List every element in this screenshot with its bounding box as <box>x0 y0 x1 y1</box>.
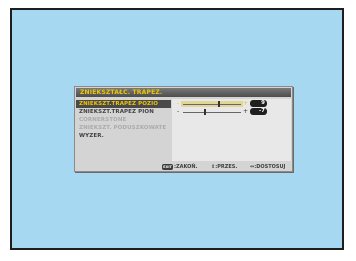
menu-item-pincushion: ZNIEKSZT. PODUSZKOWATE <box>76 124 294 132</box>
key-hint-bar: EXIT :ZAKOŃ. ⇕:PRZES. ⇔:DOSTOSUJ <box>75 163 292 171</box>
slider-track[interactable] <box>183 112 241 113</box>
menu-item-label: CORNERSTONE <box>79 117 127 123</box>
slider-minus-label: - <box>177 100 180 107</box>
menu-item-label: WYZER. <box>79 133 104 139</box>
menu-item-label: ZNIEKSZT.TRAPEZ PION <box>79 109 154 115</box>
slider-plus-label: + <box>243 100 249 107</box>
projector-screen: ZNIEKSZTAŁC. TRAPEZ. ZNIEKSZT.TRAPEZ POZ… <box>10 8 344 250</box>
slider-thumb[interactable] <box>217 101 220 107</box>
slider-track[interactable] <box>183 104 241 105</box>
menu-title: ZNIEKSZTAŁC. TRAPEZ. <box>80 89 163 96</box>
slider-value: 9 <box>250 100 267 107</box>
adjust-hint: ⇔:DOSTOSUJ <box>250 164 286 170</box>
menu-item-label: ZNIEKSZT.TRAPEZ POZIO <box>79 101 159 107</box>
slider-value: -7 <box>250 108 267 115</box>
vertical-keystone-slider[interactable]: - + -7 <box>177 108 289 116</box>
menu-title-bar: ZNIEKSZTAŁC. TRAPEZ. <box>76 88 291 97</box>
exit-key-icon: EXIT <box>162 164 173 170</box>
horizontal-keystone-slider[interactable]: - + 9 <box>177 100 289 108</box>
menu-item-reset[interactable]: WYZER. <box>76 132 294 140</box>
slider-thumb[interactable] <box>204 109 207 115</box>
keystone-menu-window: ZNIEKSZTAŁC. TRAPEZ. ZNIEKSZT.TRAPEZ POZ… <box>74 86 293 172</box>
menu-item-label: ZNIEKSZT. PODUSZKOWATE <box>79 125 167 131</box>
menu-item-cornerstone: CORNERSTONE <box>76 116 294 124</box>
slider-minus-label: - <box>177 108 180 115</box>
exit-hint: :ZAKOŃ. <box>174 164 198 170</box>
select-hint: ⇕:PRZES. <box>211 164 238 170</box>
slider-plus-label: + <box>243 108 249 115</box>
